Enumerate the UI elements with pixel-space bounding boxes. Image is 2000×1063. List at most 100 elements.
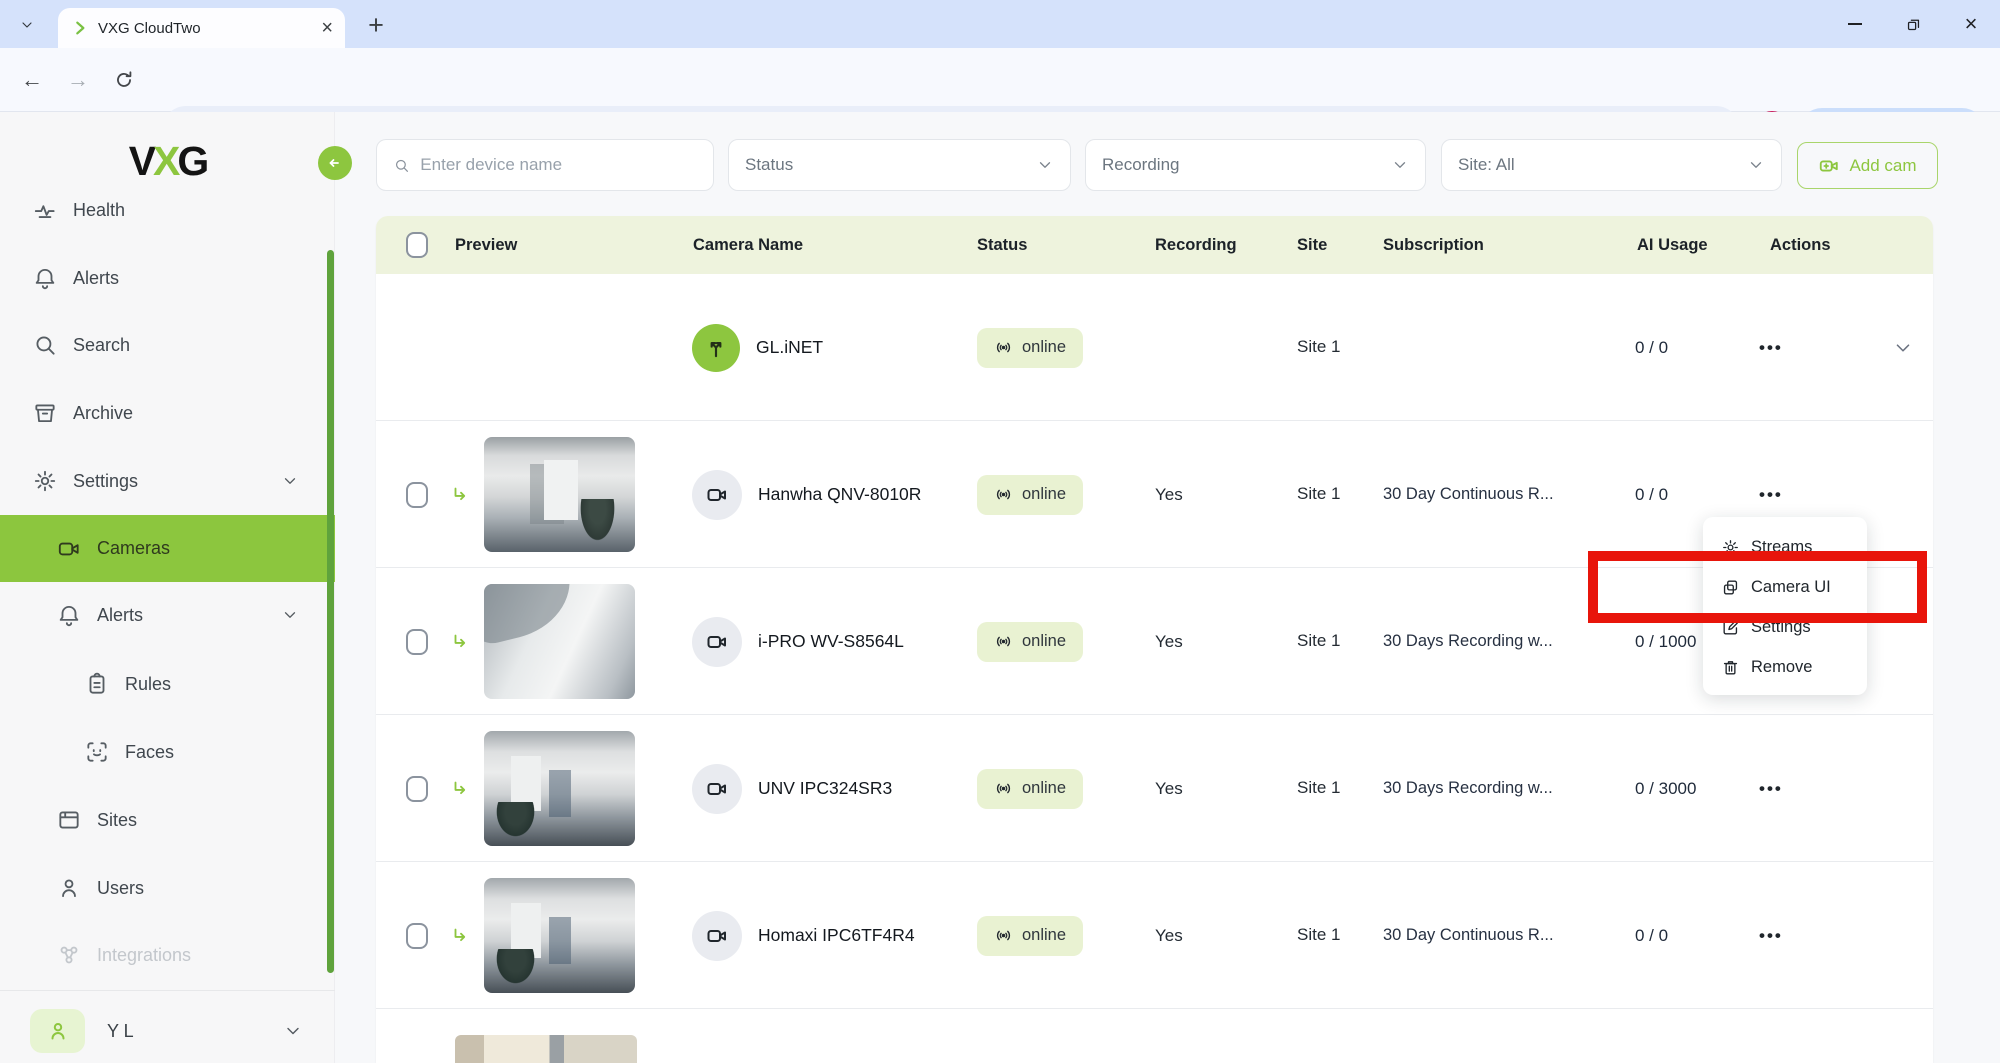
child-arrow-icon [450, 484, 472, 506]
window-controls: × [1826, 0, 2000, 48]
sidebar-nav: Health Alerts Search Archive Settings [0, 202, 335, 972]
reload-button[interactable] [108, 64, 140, 96]
add-cam-label: Add cam [1849, 156, 1916, 176]
recording-value: Yes [1155, 862, 1183, 1009]
row-actions-button[interactable]: ••• [1759, 926, 1783, 946]
site-filter-dropdown[interactable]: Site: All [1441, 139, 1782, 191]
camera-name: Homaxi IPC6TF4R4 [758, 925, 915, 946]
sidebar-item-search[interactable]: Search [0, 325, 335, 365]
broadcast-icon [994, 926, 1013, 945]
checkbox[interactable] [406, 232, 428, 258]
tab-title: VXG CloudTwo [98, 20, 321, 37]
subscription-value: 30 Day Continuous R... [1383, 862, 1554, 1009]
select-all-checkbox[interactable] [406, 216, 428, 274]
site-filter-label: Site: All [1458, 155, 1515, 175]
sidebar-item-archive[interactable]: Archive [0, 393, 335, 433]
chevron-down-icon [1391, 156, 1409, 174]
sidebar: VXG Health Alerts Search Archive Setting… [0, 112, 335, 1063]
row-checkbox[interactable] [406, 482, 428, 508]
menu-item-label: Remove [1751, 658, 1812, 677]
broadcast-icon [994, 338, 1013, 357]
row-checkbox[interactable] [406, 923, 428, 949]
tab-search-button[interactable] [14, 12, 40, 38]
chevron-down-icon[interactable] [283, 1021, 303, 1041]
vxg-favicon [72, 20, 88, 36]
logo-x: X [153, 138, 177, 184]
chevron-down-icon [281, 606, 299, 624]
recording-filter-dropdown[interactable]: Recording [1085, 139, 1426, 191]
window-restore-button[interactable] [1884, 0, 1942, 48]
face-scan-icon [84, 739, 110, 765]
tab-close-button[interactable]: × [321, 18, 333, 38]
col-site: Site [1297, 216, 1327, 274]
add-cam-button[interactable]: Add cam [1797, 142, 1938, 189]
close-icon: × [1965, 11, 1978, 37]
sidebar-item-label: Cameras [97, 538, 170, 559]
gateway-icon [692, 324, 740, 372]
sidebar-item-users[interactable]: Users [0, 868, 335, 908]
sidebar-divider [0, 990, 335, 991]
site-value: Site 1 [1297, 777, 1343, 799]
window-minimize-button[interactable] [1826, 0, 1884, 48]
status-text: online [1022, 632, 1066, 651]
camera-preview[interactable] [484, 437, 635, 552]
branch-icon [703, 335, 729, 361]
row-checkbox[interactable] [406, 629, 428, 655]
chevron-down-icon [1892, 337, 1914, 359]
sidebar-item-integrations[interactable]: Integrations [0, 935, 335, 972]
expand-row-button[interactable] [1892, 274, 1914, 421]
site-value: Site 1 [1297, 630, 1343, 652]
camera-preview[interactable] [484, 584, 635, 699]
status-badge: online [977, 916, 1083, 956]
back-button[interactable]: ← [16, 64, 48, 96]
video-camera-icon [705, 483, 729, 507]
sidebar-item-faces[interactable]: Faces [0, 732, 335, 772]
device-search [376, 139, 714, 191]
sidebar-scrollbar[interactable] [327, 250, 334, 973]
camera-preview[interactable] [484, 878, 635, 993]
sidebar-item-health[interactable]: Health [0, 202, 335, 230]
camera-preview[interactable] [455, 1035, 637, 1063]
camera-preview[interactable] [484, 731, 635, 846]
camera-name: UNV IPC324SR3 [758, 778, 892, 799]
camera-name: Hanwha QNV-8010R [758, 484, 921, 505]
device-search-input[interactable] [420, 155, 697, 175]
row-checkbox[interactable] [406, 776, 428, 802]
sidebar-item-label: Sites [97, 810, 137, 831]
new-tab-button[interactable]: + [362, 10, 390, 41]
browser-tab[interactable]: VXG CloudTwo × [58, 8, 345, 48]
camera-preview[interactable] [455, 1035, 637, 1063]
sidebar-item-rules[interactable]: Rules [0, 664, 335, 704]
sidebar-item-sites[interactable]: Sites [0, 800, 335, 840]
forward-button[interactable]: → [62, 64, 94, 96]
status-text: online [1022, 485, 1066, 504]
sidebar-item-settings[interactable]: Settings [0, 461, 335, 501]
cameras-table: Preview Camera Name Status Recording Sit… [376, 216, 1933, 1063]
search-icon [32, 332, 58, 358]
site-value: Site 1 [1297, 483, 1343, 505]
menu-item-remove[interactable]: Remove [1703, 647, 1867, 687]
sidebar-item-label: Faces [125, 742, 174, 763]
camera-icon [56, 536, 82, 562]
sidebar-item-alerts[interactable]: Alerts [0, 258, 335, 298]
trash-icon [1721, 658, 1740, 677]
recording-value: Yes [1155, 568, 1183, 715]
window-close-button[interactable]: × [1942, 0, 2000, 48]
col-subscription: Subscription [1383, 216, 1484, 274]
sidebar-item-alerts-settings[interactable]: Alerts [0, 595, 335, 635]
camera-preview-grid[interactable] [455, 300, 637, 395]
camera-plus-icon [1818, 155, 1840, 177]
camera-icon [692, 617, 742, 667]
sidebar-item-label: Integrations [97, 945, 191, 966]
site-value: Site 1 [1297, 336, 1343, 358]
row-actions-button[interactable]: ••• [1759, 779, 1783, 799]
status-filter-dropdown[interactable]: Status [728, 139, 1071, 191]
row-actions-button[interactable]: ••• [1759, 485, 1783, 505]
sidebar-item-cameras[interactable]: Cameras [0, 515, 335, 582]
user-footer[interactable]: Y L [0, 1002, 335, 1060]
sidebar-collapse-button[interactable] [318, 146, 352, 180]
subscription-value: 30 Days Recording w... [1383, 568, 1553, 715]
row-actions-button[interactable]: ••• [1759, 338, 1783, 358]
status-text: online [1022, 779, 1066, 798]
table-row: GL.iNET online Site 1 0 / 0 ••• [376, 274, 1933, 421]
